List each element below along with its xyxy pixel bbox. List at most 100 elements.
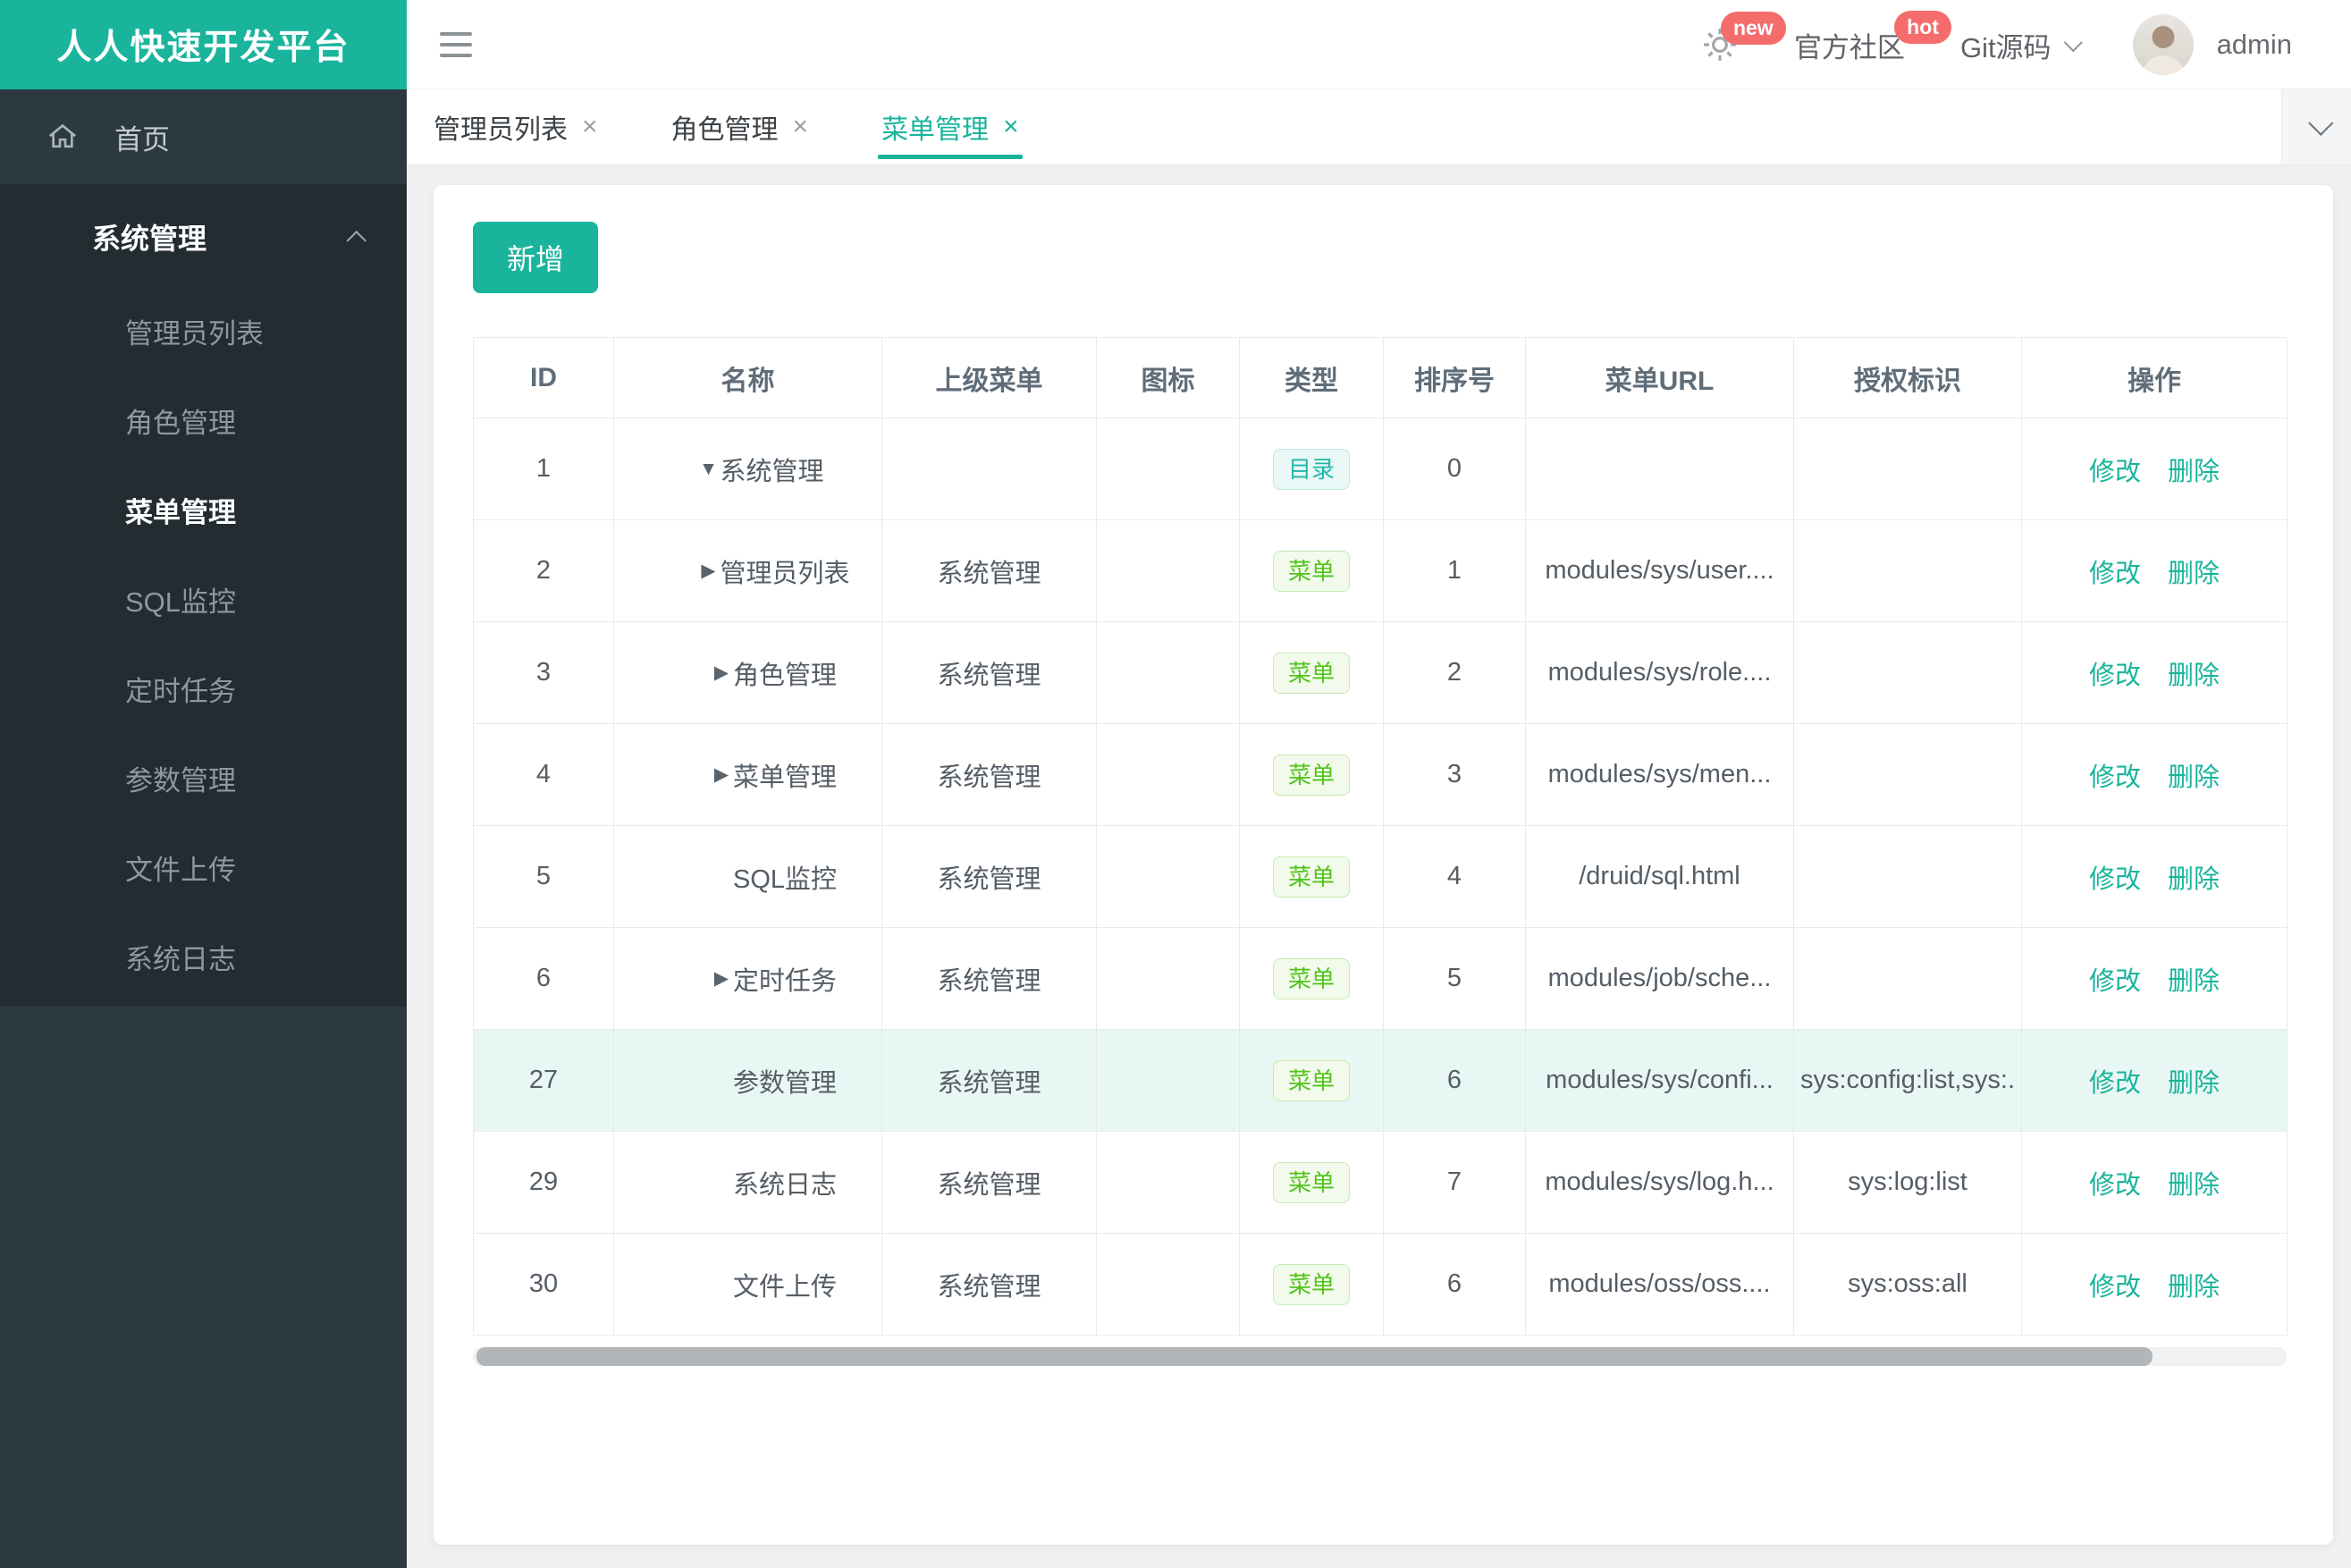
expand-icon[interactable]: ▶ [710,763,733,786]
tab-角色管理[interactable]: 角色管理 × [671,89,809,164]
edit-link[interactable]: 修改 [2089,1069,2141,1098]
cell-name: 参数管理 [613,1029,882,1132]
cell-icon [1096,417,1240,520]
main-content: 新增 ID 名称 上级菜单 图标 类型 排序号 菜单URL 授权标识 操作 1 ▼系统管理 目录 0 修… [407,165,2351,1568]
type-badge: 菜单 [1272,1059,1350,1101]
menu-name-text: 角色管理 [732,661,837,690]
cell-menu-url: modules/sys/user.... [1525,519,1794,622]
community-link[interactable]: 官方社区 hot [1794,10,1951,65]
tab-close-icon[interactable]: × [1003,112,1019,142]
brand-title: 人人快速开发平台 [56,29,350,67]
table-row: 5 SQL监控 系统管理 菜单 4/druid/sql.html 修改 删除 [473,825,2288,928]
cell-menu-url: modules/sys/log.h... [1525,1131,1794,1234]
expand-icon[interactable]: ▶ [710,967,733,990]
delete-link[interactable]: 删除 [2168,560,2220,588]
delete-link[interactable]: 删除 [2168,1273,2220,1302]
menu-name-text: 管理员列表 [720,559,850,588]
edit-link[interactable]: 修改 [2089,967,2141,996]
cell-name: SQL监控 [613,825,882,928]
menu-name-text: SQL监控 [732,864,838,894]
table-row: 2 ▶ 管理员列表 系统管理 菜单 1 modules/sys/user.... 修改 删除 [473,519,2288,622]
menu-name-text: 参数管理 [732,1068,837,1098]
cell-name: 文件上传 [613,1233,882,1336]
cell-order: 0 [1383,417,1526,520]
git-source-dropdown[interactable]: Git源码 [1959,25,2083,65]
tab-close-icon[interactable]: × [793,112,809,142]
edit-link[interactable]: 修改 [2089,1273,2141,1302]
delete-link[interactable]: 删除 [2168,662,2220,690]
delete-link[interactable]: 删除 [2168,458,2220,486]
cell-parent-menu: 系统管理 [881,825,1097,928]
horizontal-scrollbar-track[interactable] [473,1347,2287,1366]
table-row: 29 系统日志 系统管理 菜单 7 modules/sys/log.h... sys:log… [473,1131,2288,1234]
column-header-8: 授权标识 [1793,337,2022,418]
tab-close-icon[interactable]: × [582,112,598,142]
cell-auth [1793,417,2022,520]
tab-overflow-button[interactable] [2281,89,2351,164]
cell-parent-menu: 系统管理 [881,519,1097,622]
column-header-5: 类型 [1239,337,1384,418]
sidebar-item-home[interactable]: 首页 [0,89,407,184]
cell-icon [1096,723,1240,826]
git-source-label: Git源码 [1959,31,2052,63]
edit-link[interactable]: 修改 [2089,458,2141,486]
cell-icon [1096,519,1240,622]
sidebar-item-参数管理[interactable]: 参数管理 [0,737,407,826]
sidebar-item-SQL监控[interactable]: SQL监控 [0,558,407,647]
cell-order: 5 [1383,927,1526,1030]
horizontal-scrollbar-thumb[interactable] [476,1347,2153,1366]
delete-link[interactable]: 删除 [2168,865,2220,894]
add-button[interactable]: 新增 [473,222,598,293]
tab-bar: 管理员列表 × 角色管理 × 菜单管理 × [407,89,2351,165]
sidebar-item-文件上传[interactable]: 文件上传 [0,826,407,915]
sidebar-item-菜单管理[interactable]: 菜单管理 [0,468,407,558]
cell-order: 4 [1383,825,1526,928]
edit-link[interactable]: 修改 [2089,763,2141,792]
delete-link[interactable]: 删除 [2168,1171,2220,1200]
cell-name: ▶ 菜单管理 [613,723,882,826]
delete-link[interactable]: 删除 [2168,1069,2220,1098]
edit-link[interactable]: 修改 [2089,1171,2141,1200]
cell-id: 1 [473,417,614,520]
type-badge: 菜单 [1272,652,1350,694]
user-menu[interactable]: admin [2132,14,2292,75]
sidebar-toggle-button[interactable] [440,27,476,63]
sidebar: 首页 系统管理 管理员列表 角色管理 菜单管理 SQL监控 定时任务 参数管理 文件上传 系统… [0,89,407,1568]
sidebar-group-header[interactable]: 系统管理 [0,184,407,290]
cell-actions: 修改 删除 [2021,1029,2288,1132]
hamburger-icon [440,32,472,36]
tab-菜单管理[interactable]: 菜单管理 × [878,89,1023,164]
column-header-1: ID [473,337,614,418]
menu-name-text: 菜单管理 [732,763,837,792]
cell-type: 菜单 [1239,1233,1384,1336]
delete-link[interactable]: 删除 [2168,763,2220,792]
expand-icon[interactable]: ▶ [710,662,733,684]
cell-type: 菜单 [1239,927,1384,1030]
settings-button[interactable]: new [1701,12,1786,63]
cell-parent-menu: 系统管理 [881,723,1097,826]
edit-link[interactable]: 修改 [2089,662,2141,690]
username: admin [2216,29,2292,60]
cell-id: 4 [473,723,614,826]
edit-link[interactable]: 修改 [2089,560,2141,588]
table-row: 6 ▶ 定时任务 系统管理 菜单 5 modules/job/sche... 修改 删除 [473,927,2288,1030]
sidebar-item-系统日志[interactable]: 系统日志 [0,915,407,1005]
tab-管理员列表[interactable]: 管理员列表 × [434,89,598,164]
sidebar-item-角色管理[interactable]: 角色管理 [0,379,407,468]
delete-link[interactable]: 删除 [2168,967,2220,996]
sidebar-item-管理员列表[interactable]: 管理员列表 [0,290,407,379]
sidebar-item-定时任务[interactable]: 定时任务 [0,647,407,737]
expand-icon[interactable]: ▶ [696,560,720,582]
cell-menu-url: modules/sys/men... [1525,723,1794,826]
cell-id: 29 [473,1131,614,1234]
edit-link[interactable]: 修改 [2089,865,2141,894]
column-header-9: 操作 [2021,337,2288,418]
chevron-down-icon [2307,110,2333,136]
cell-parent-menu [881,417,1097,520]
collapse-icon[interactable]: ▼ [696,459,720,480]
cell-icon [1096,621,1240,724]
menu-name-text: 文件上传 [732,1272,837,1302]
sidebar-home-label: 首页 [114,123,170,156]
cell-name: ▼系统管理 [613,417,882,520]
tabs: 管理员列表 × 角色管理 × 菜单管理 × [434,89,1092,164]
